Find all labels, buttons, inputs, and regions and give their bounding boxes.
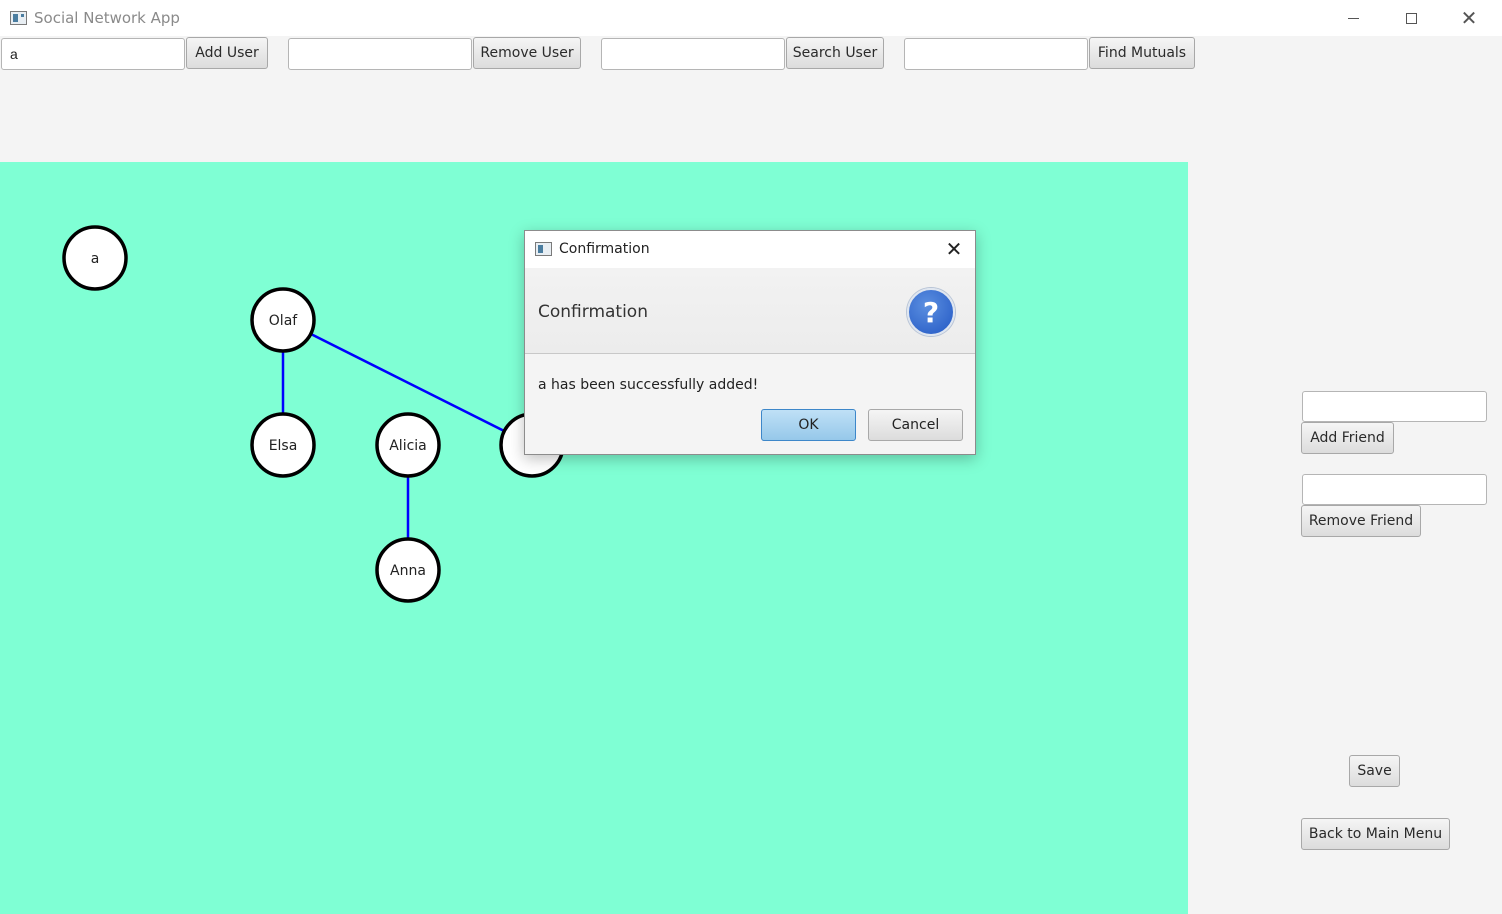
maximize-icon [1405, 12, 1417, 24]
user-node-label: Elsa [269, 438, 298, 454]
user-node-label: Olaf [269, 313, 298, 329]
dialog-message: a has been successfully added! [538, 377, 759, 393]
minimize-button[interactable] [1324, 0, 1382, 36]
find-mutuals-input[interactable] [904, 38, 1088, 70]
add-user-input[interactable] [1, 38, 185, 70]
app-window-icon [10, 11, 27, 25]
close-icon: ✕ [945, 237, 963, 261]
cancel-button[interactable]: Cancel [868, 409, 963, 441]
remove-friend-input[interactable] [1302, 474, 1487, 505]
window-titlebar: Social Network App ✕ [0, 0, 1502, 36]
search-user-input[interactable] [601, 38, 785, 70]
back-to-main-menu-button[interactable]: Back to Main Menu [1301, 818, 1450, 850]
dialog-header-text: Confirmation [538, 302, 648, 322]
maximize-button[interactable] [1382, 0, 1440, 36]
window-title: Social Network App [34, 9, 180, 27]
find-mutuals-button[interactable]: Find Mutuals [1089, 37, 1195, 69]
add-friend-button[interactable]: Add Friend [1301, 422, 1394, 454]
add-user-button[interactable]: Add User [186, 37, 268, 69]
user-node-anna[interactable]: Anna [375, 537, 441, 603]
close-window-button[interactable]: ✕ [1440, 0, 1498, 36]
dialog-titlebar: Confirmation ✕ [525, 231, 975, 268]
user-node-label: Anna [390, 563, 426, 579]
search-user-button[interactable]: Search User [786, 37, 884, 69]
remove-user-button[interactable]: Remove User [473, 37, 581, 69]
user-node-alicia[interactable]: Alicia [375, 412, 441, 478]
add-friend-input[interactable] [1302, 391, 1487, 422]
user-node-olaf[interactable]: Olaf [250, 287, 316, 353]
dialog-header: Confirmation ? [525, 268, 975, 354]
user-node-a[interactable]: a [62, 225, 128, 291]
minimize-icon [1347, 17, 1359, 19]
user-node-elsa[interactable]: Elsa [250, 412, 316, 478]
ok-button[interactable]: OK [761, 409, 856, 441]
question-icon: ? [907, 288, 955, 336]
user-node-label: a [91, 251, 100, 267]
remove-user-input[interactable] [288, 38, 472, 70]
confirmation-dialog: Confirmation ✕ Confirmation ? a has been… [524, 230, 976, 455]
dialog-title: Confirmation [559, 241, 650, 257]
dialog-close-button[interactable]: ✕ [939, 235, 969, 263]
close-icon: ✕ [1460, 6, 1478, 30]
remove-friend-button[interactable]: Remove Friend [1301, 505, 1421, 537]
save-button[interactable]: Save [1349, 755, 1400, 787]
user-node-label: Alicia [389, 438, 427, 454]
side-panel [1188, 162, 1502, 914]
dialog-window-icon [535, 242, 552, 256]
